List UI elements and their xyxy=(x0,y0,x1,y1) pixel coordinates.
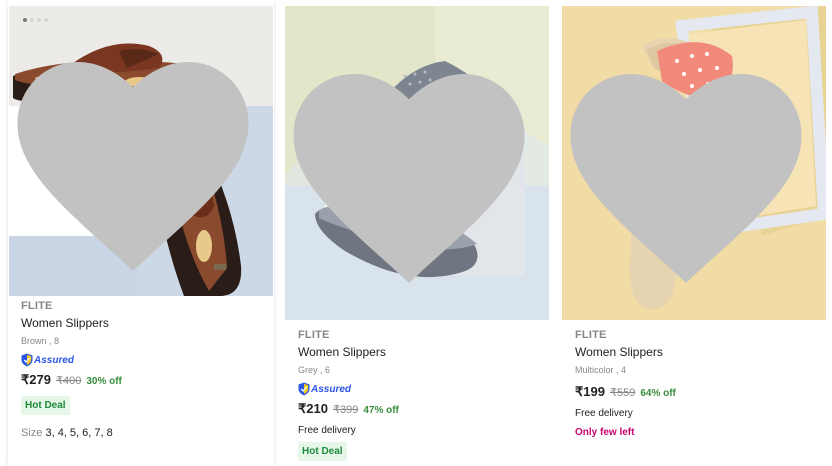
heart-icon[interactable] xyxy=(562,16,818,320)
assured-label: Assured xyxy=(311,383,352,395)
price-row: ₹199 ₹559 64% off xyxy=(575,384,818,402)
product-card[interactable]: FLITE Women Slippers Multicolor , 4 ₹199… xyxy=(562,0,826,466)
product-title[interactable]: Women Slippers xyxy=(575,345,818,362)
selling-price: ₹279 xyxy=(21,372,51,387)
discount-percent: 64% off xyxy=(640,388,676,399)
size-row: Size 3, 4, 5, 6, 7, 8 xyxy=(21,427,266,439)
assured-label: Assured xyxy=(34,354,75,366)
heart-icon[interactable] xyxy=(9,16,265,296)
assured-shield-icon xyxy=(21,353,33,367)
product-image[interactable]: FLITE xyxy=(9,6,273,296)
hot-deal-badge: Hot Deal xyxy=(21,396,70,415)
original-price: ₹399 xyxy=(332,404,359,416)
size-label: Size xyxy=(21,427,43,439)
product-info: FLITE Women Slippers Multicolor , 4 ₹199… xyxy=(575,329,818,438)
assured-badge: Assured xyxy=(298,381,541,397)
brand-name: FLITE xyxy=(575,329,607,341)
product-card[interactable]: FLITE FLITE Women Slippers Brown , 8 xyxy=(8,0,274,466)
selling-price: ₹199 xyxy=(575,384,605,399)
price-row: ₹210 ₹399 47% off xyxy=(298,401,541,419)
size-values: 3, 4, 5, 6, 7, 8 xyxy=(45,427,113,439)
product-info: FLITE Women Slippers Grey , 6 Assured ₹2… xyxy=(298,329,541,461)
hot-deal-badge: Hot Deal xyxy=(298,442,347,461)
product-image[interactable] xyxy=(562,6,826,320)
product-title[interactable]: Women Slippers xyxy=(298,345,541,362)
product-info: FLITE Women Slippers Brown , 8 Assured ₹… xyxy=(21,300,266,439)
variant-text: Brown , 8 xyxy=(21,336,60,346)
discount-percent: 30% off xyxy=(86,376,122,387)
brand-name: FLITE xyxy=(21,300,53,312)
heart-icon[interactable] xyxy=(285,16,541,320)
product-card[interactable]: FLITE Women Slippers Grey , 6 Assured ₹2… xyxy=(285,0,549,466)
stock-warning: Only few left xyxy=(575,427,635,438)
variant-text: Grey , 6 xyxy=(298,365,331,375)
discount-percent: 47% off xyxy=(363,405,399,416)
product-image[interactable] xyxy=(285,6,549,320)
selling-price: ₹210 xyxy=(298,401,328,416)
assured-badge: Assured xyxy=(21,352,266,368)
assured-shield-icon xyxy=(298,382,310,396)
brand-name: FLITE xyxy=(298,329,330,341)
variant-text: Multicolor , 4 xyxy=(575,365,627,375)
price-row: ₹279 ₹400 30% off xyxy=(21,372,266,390)
product-title[interactable]: Women Slippers xyxy=(21,316,266,333)
original-price: ₹559 xyxy=(609,387,636,399)
delivery-text: Free delivery xyxy=(298,425,356,436)
original-price: ₹400 xyxy=(55,375,82,387)
delivery-text: Free delivery xyxy=(575,408,633,419)
